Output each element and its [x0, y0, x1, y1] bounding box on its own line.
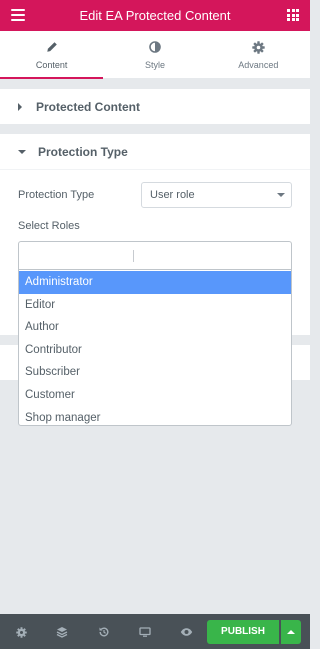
- publish-button[interactable]: PUBLISH: [207, 620, 279, 644]
- chevron-down-icon: [277, 193, 285, 197]
- contrast-icon: [149, 39, 161, 55]
- section-title: Protected Content: [36, 99, 141, 114]
- settings-gear-icon[interactable]: [13, 624, 29, 640]
- panel-header: Edit EA Protected Content: [0, 0, 310, 31]
- section-protected-content: Protected Content: [0, 89, 310, 124]
- menu-icon[interactable]: [11, 9, 25, 21]
- tab-content[interactable]: Content: [0, 31, 104, 79]
- publish-options-button[interactable]: [281, 620, 301, 644]
- role-option-author[interactable]: Author: [19, 316, 291, 339]
- widgets-grid-icon[interactable]: [287, 9, 299, 21]
- panel-title: Edit EA Protected Content: [79, 8, 231, 23]
- role-option-editor[interactable]: Editor: [19, 294, 291, 317]
- caret-down-icon: [18, 149, 26, 154]
- protection-type-select[interactable]: User role: [141, 182, 292, 208]
- section-toggle-protection-type[interactable]: Protection Type: [0, 134, 310, 169]
- roles-search-input[interactable]: [18, 241, 292, 269]
- role-option-subscriber[interactable]: Subscriber: [19, 361, 291, 384]
- tab-label: Style: [144, 60, 165, 70]
- caret-right-icon: [18, 102, 22, 111]
- select-roles-label: Select Roles: [18, 220, 80, 232]
- role-option-customer[interactable]: Customer: [19, 384, 291, 407]
- roles-dropdown: Administrator Editor Author Contributor …: [18, 269, 292, 426]
- text-cursor: [133, 250, 134, 262]
- history-icon[interactable]: [96, 624, 112, 640]
- tab-advanced[interactable]: Advanced: [207, 31, 310, 78]
- role-option-contributor[interactable]: Contributor: [19, 339, 291, 362]
- section-title: Protection Type: [38, 144, 128, 159]
- layers-icon[interactable]: [54, 624, 70, 640]
- role-option-shop-manager[interactable]: Shop manager: [19, 407, 291, 430]
- panel-tabs: Content Style Advanced: [0, 31, 310, 79]
- desktop-icon[interactable]: [137, 624, 153, 640]
- section-toggle-protected-content[interactable]: Protected Content: [0, 89, 310, 124]
- gear-icon: [252, 39, 265, 55]
- tab-label: Content: [35, 60, 68, 70]
- divider: [0, 169, 310, 170]
- pencil-icon: [46, 39, 58, 55]
- chevron-up-icon: [287, 630, 295, 634]
- protection-type-label: Protection Type: [18, 189, 95, 201]
- tab-label: Advanced: [238, 60, 279, 70]
- tab-style[interactable]: Style: [103, 31, 206, 78]
- role-option-administrator[interactable]: Administrator: [19, 271, 291, 294]
- protection-type-value: User role: [150, 189, 195, 201]
- eye-icon[interactable]: [178, 624, 194, 640]
